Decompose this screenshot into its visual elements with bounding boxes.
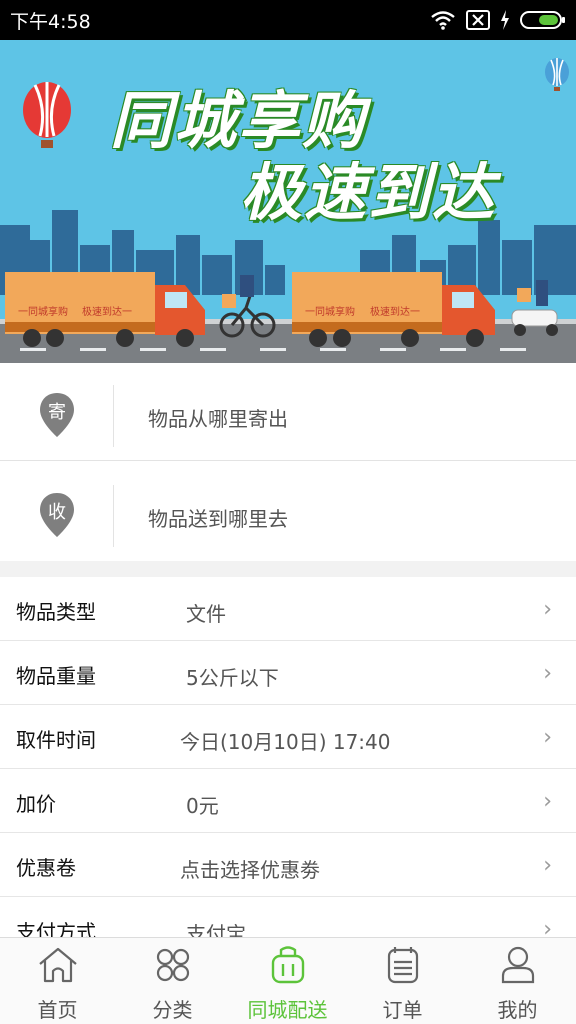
row-label: 取件时间: [16, 728, 96, 752]
chevron-right-icon: ›: [543, 725, 552, 750]
sender-badge: 寄: [48, 402, 66, 423]
no-sim-icon: [466, 10, 490, 30]
row-label: 支付方式: [16, 920, 96, 937]
row-value: 支付宝: [186, 922, 246, 937]
promo-banner[interactable]: 一同城享购 极速到达一 一同城享购 极速到达一 同城享购 极速到达: [0, 40, 576, 363]
truck-text-left-2: 极速到达一: [82, 305, 132, 318]
row-value: 今日(10月10日) 17:40: [180, 730, 391, 754]
row-value: 点击选择优惠劵: [180, 858, 320, 882]
truck-text-right: 一同城享购: [305, 305, 355, 318]
order-form: 物品类型 文件 › 物品重量 5公斤以下 › 取件时间 今日(10月10日) 1…: [0, 577, 576, 937]
tab-home[interactable]: 首页: [0, 938, 115, 1024]
row-label: 物品重量: [16, 664, 96, 688]
tab-label: 订单: [382, 998, 423, 1022]
user-icon: [501, 946, 535, 984]
tab-mine[interactable]: 我的: [460, 938, 575, 1024]
chevron-right-icon: ›: [543, 597, 552, 622]
tab-category[interactable]: 分类: [115, 938, 230, 1024]
row-coupon[interactable]: 优惠卷 点击选择优惠劵 ›: [0, 833, 576, 897]
row-value: 文件: [186, 602, 226, 626]
chevron-right-icon: ›: [543, 789, 552, 814]
tab-orders[interactable]: 订单: [345, 938, 460, 1024]
order-list-icon: [387, 947, 419, 984]
truck-text-left: 一同城享购: [18, 305, 68, 318]
truck-text-right-2: 极速到达一: [370, 305, 420, 318]
chevron-right-icon: ›: [543, 853, 552, 878]
status-icons: [430, 8, 566, 32]
receiver-badge: 收: [48, 502, 66, 523]
banner-headline-line2: 极速到达: [240, 156, 497, 229]
row-extra-fee[interactable]: 加价 0元 ›: [0, 769, 576, 833]
row-item-weight[interactable]: 物品重量 5公斤以下 ›: [0, 641, 576, 705]
divider: [113, 485, 114, 547]
tab-label: 首页: [37, 998, 78, 1022]
row-label: 优惠卷: [16, 856, 76, 880]
row-value: 5公斤以下: [186, 666, 279, 690]
balloon-illustration: [23, 82, 71, 148]
row-value: 0元: [186, 794, 219, 818]
divider: [113, 385, 114, 447]
row-item-type[interactable]: 物品类型 文件 ›: [0, 577, 576, 641]
sender-address-placeholder[interactable]: 物品从哪里寄出: [148, 403, 288, 432]
tab-local-delivery[interactable]: 同城配送: [230, 938, 345, 1024]
chevron-right-icon: ›: [543, 661, 552, 686]
home-icon: [39, 947, 77, 983]
bottom-tab-bar: 首页 分类 同城配送 订单 我的: [0, 937, 576, 1024]
chevron-right-icon: ›: [543, 917, 552, 937]
sender-address-row[interactable]: 寄 物品从哪里寄出: [0, 363, 576, 461]
row-pickup-time[interactable]: 取件时间 今日(10月10日) 17:40 ›: [0, 705, 576, 769]
category-icon: [156, 948, 190, 982]
receiver-address-row[interactable]: 收 物品送到哪里去: [0, 463, 576, 561]
charging-icon: [501, 10, 509, 30]
battery-icon: [520, 11, 565, 29]
row-label: 物品类型: [16, 600, 96, 624]
row-payment-method[interactable]: 支付方式 支付宝 ›: [0, 897, 576, 937]
tab-label: 分类: [152, 998, 193, 1022]
tab-label: 同城配送: [247, 998, 328, 1022]
delivery-bag-icon: [271, 946, 305, 984]
status-bar: 下午4:58: [0, 0, 576, 40]
row-label: 加价: [16, 792, 56, 816]
receiver-address-placeholder[interactable]: 物品送到哪里去: [148, 503, 288, 532]
address-card: 寄 物品从哪里寄出 收 物品送到哪里去: [0, 363, 576, 561]
wifi-icon: [431, 11, 455, 30]
tab-label: 我的: [497, 998, 538, 1022]
status-time: 下午4:58: [10, 11, 91, 33]
